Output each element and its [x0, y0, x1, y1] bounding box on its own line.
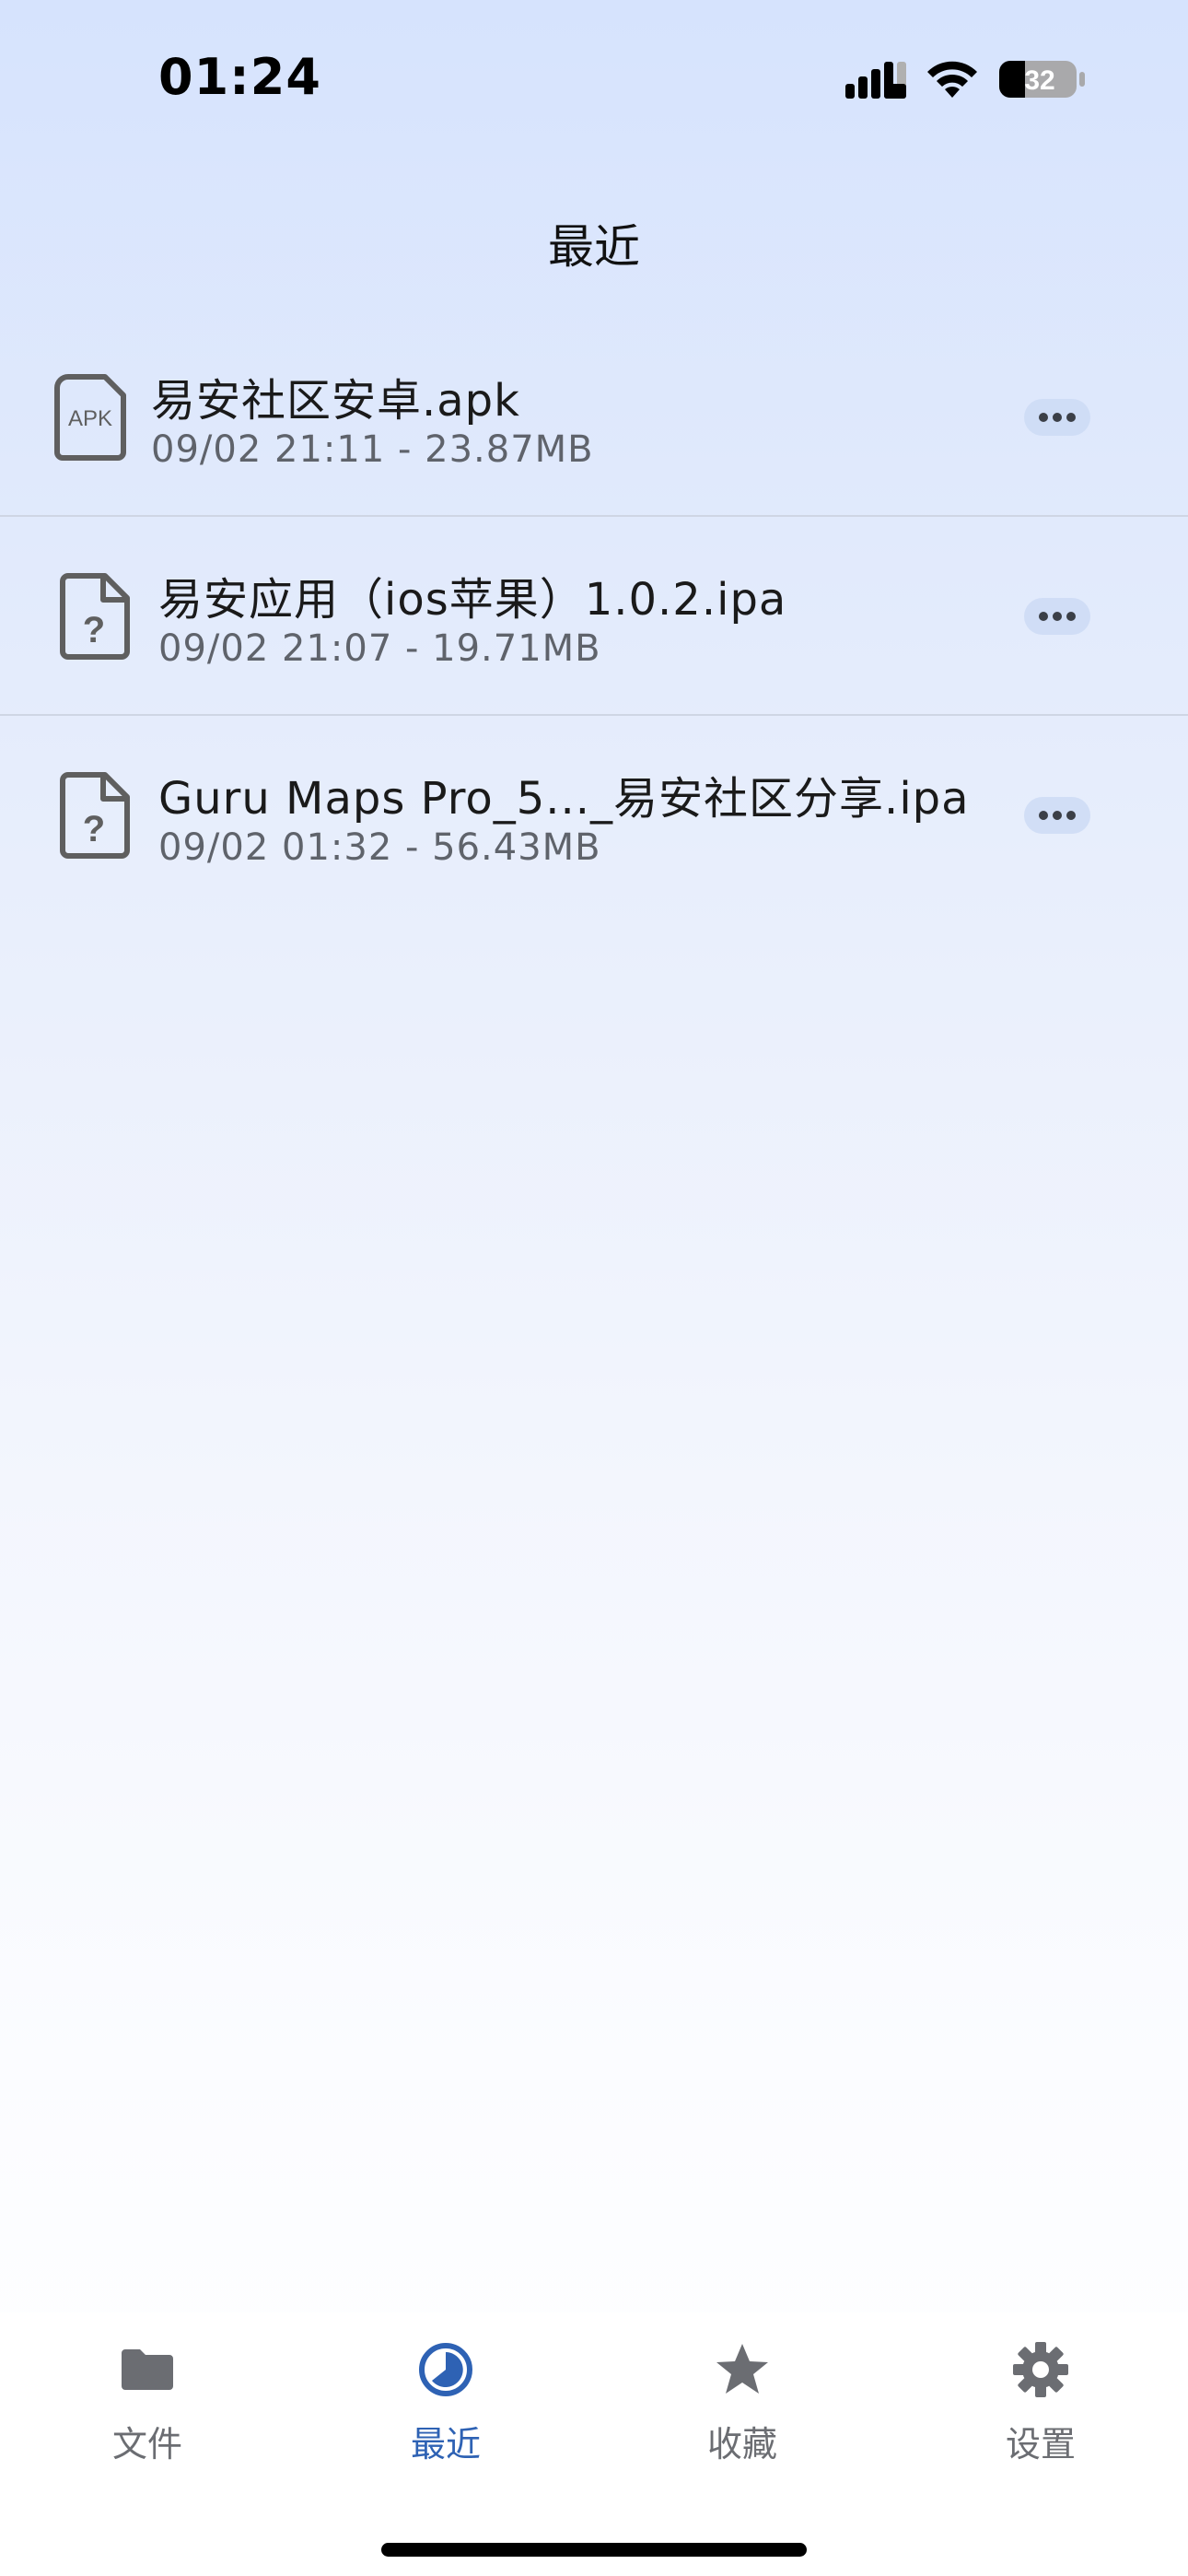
star-icon: [713, 2340, 772, 2399]
more-options-button[interactable]: [1024, 797, 1090, 834]
more-dot-icon: [1066, 612, 1076, 621]
status-icons: 32: [845, 57, 1087, 101]
tab-settings[interactable]: 设置: [949, 2340, 1133, 2478]
file-name: 易安社区安卓.apk: [151, 375, 520, 427]
file-date: 09/02 01:32: [158, 826, 393, 869]
file-name: 易安应用（ios苹果）1.0.2.ipa: [158, 574, 787, 626]
unknown-file-icon: ?: [57, 570, 134, 662]
more-dot-icon: [1039, 811, 1048, 820]
file-meta: 09/02 21:07 - 19.71MB: [158, 627, 601, 670]
more-dot-icon: [1039, 612, 1048, 621]
signal-icon: [845, 60, 906, 99]
tab-label: 收藏: [706, 2424, 777, 2465]
file-meta: 09/02 01:32 - 56.43MB: [158, 826, 601, 869]
tab-label: 文件: [111, 2424, 182, 2465]
more-dot-icon: [1066, 811, 1076, 820]
wifi-icon: [925, 59, 980, 100]
more-dot-icon: [1053, 811, 1062, 820]
battery-icon: 32: [998, 58, 1087, 100]
file-list: APK 易安社区安卓.apk 09/02 21:11 - 23.87MB ? 易…: [0, 318, 1188, 915]
tab-label: 设置: [1005, 2424, 1076, 2465]
apk-file-icon: APK: [52, 371, 129, 463]
file-icon-label: ?: [83, 610, 105, 650]
file-meta: 09/02 21:11 - 23.87MB: [151, 428, 594, 471]
more-dot-icon: [1066, 413, 1076, 422]
home-indicator[interactable]: [381, 2543, 807, 2557]
more-options-button[interactable]: [1024, 598, 1090, 635]
file-row[interactable]: ? 易安应用（ios苹果）1.0.2.ipa 09/02 21:07 - 19.…: [0, 517, 1188, 716]
status-bar: 01:24 32: [0, 0, 1188, 157]
tab-favorites[interactable]: 收藏: [650, 2340, 834, 2478]
file-meta-separator: -: [397, 428, 413, 471]
file-icon-label: ?: [83, 809, 105, 849]
tab-label: 最近: [410, 2424, 481, 2465]
file-date: 09/02 21:07: [158, 627, 393, 670]
tab-recent[interactable]: 最近: [354, 2340, 538, 2478]
file-name: Guru Maps Pro_5..._易安社区分享.ipa: [158, 773, 970, 825]
file-meta-separator: -: [404, 627, 420, 670]
status-time: 01:24: [158, 48, 321, 106]
file-size: 56.43MB: [432, 826, 601, 869]
file-icon-label: APK: [68, 406, 112, 431]
file-size: 23.87MB: [425, 428, 594, 471]
gear-icon: [1011, 2340, 1070, 2399]
more-dot-icon: [1053, 413, 1062, 422]
clock-icon: [416, 2340, 475, 2399]
file-row[interactable]: ? Guru Maps Pro_5..._易安社区分享.ipa 09/02 01…: [0, 716, 1188, 915]
more-dot-icon: [1039, 413, 1048, 422]
tab-bar: 文件 最近 收藏 设置: [0, 2313, 1188, 2576]
file-row[interactable]: APK 易安社区安卓.apk 09/02 21:11 - 23.87MB: [0, 318, 1188, 517]
file-size: 19.71MB: [432, 627, 601, 670]
more-dot-icon: [1053, 612, 1062, 621]
page-title: 最近: [548, 220, 640, 274]
file-meta-separator: -: [404, 826, 420, 869]
tab-files[interactable]: 文件: [55, 2340, 239, 2478]
file-date: 09/02 21:11: [151, 428, 386, 471]
folder-icon: [118, 2340, 177, 2399]
more-options-button[interactable]: [1024, 399, 1090, 436]
battery-level: 32: [1024, 65, 1054, 96]
unknown-file-icon: ?: [57, 769, 134, 861]
